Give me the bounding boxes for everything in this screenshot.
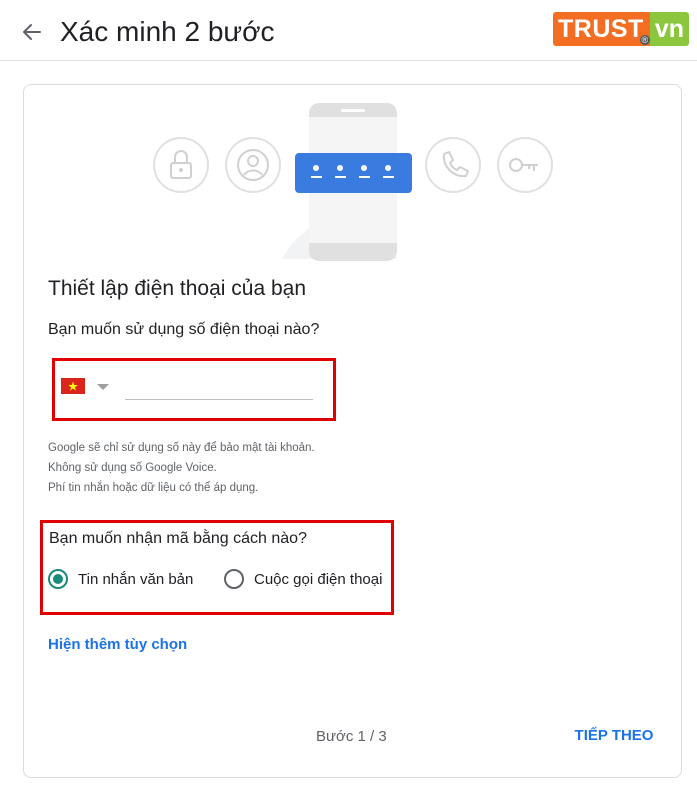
- user-icon: [225, 137, 281, 193]
- setup-card: Thiết lập điện thoại của bạn Bạn muốn sử…: [23, 84, 682, 778]
- logo-suffix-label: vn: [654, 15, 685, 43]
- logo-suffix-text: ® vn: [639, 12, 690, 46]
- two-step-illustration: [153, 103, 553, 261]
- radio-text-message-label: Tin nhắn văn bản: [78, 570, 194, 588]
- phone-number-input[interactable]: [125, 373, 313, 400]
- radio-checked-icon[interactable]: [48, 569, 68, 589]
- page-title: Xác minh 2 bước: [60, 16, 275, 47]
- lock-icon: [153, 137, 209, 193]
- setup-phone-title: Thiết lập điện thoại của bạn: [48, 277, 307, 300]
- radio-text-message[interactable]: Tin nhắn văn bản: [48, 567, 193, 591]
- next-button[interactable]: TIẾP THEO: [569, 721, 659, 751]
- logo-main-text: TRUST: [553, 12, 650, 46]
- arrow-left-icon: [23, 24, 41, 40]
- info-line: Phí tin nhắn hoặc dữ liệu có thể áp dụng…: [48, 482, 259, 494]
- phone-info-text: Google sẽ chỉ sử dụng số này để bảo mật …: [48, 438, 315, 498]
- info-line: Không sử dụng số Google Voice.: [48, 462, 217, 474]
- star-icon: [68, 381, 78, 391]
- country-dropdown-arrow-icon[interactable]: [97, 384, 109, 390]
- radio-phone-call[interactable]: Cuộc gọi điện thoại: [224, 567, 382, 591]
- key-icon: [497, 137, 553, 193]
- step-indicator: Bước 1 / 3: [316, 728, 387, 745]
- back-button[interactable]: [14, 16, 48, 48]
- radio-phone-call-label: Cuộc gọi điện thoại: [254, 570, 383, 588]
- call-icon: [425, 137, 481, 193]
- phone-question-label: Bạn muốn sử dụng số điện thoại nào?: [48, 321, 320, 338]
- radio-unchecked-icon[interactable]: [224, 569, 244, 589]
- phone-device-icon: [282, 103, 412, 261]
- trust-vn-logo: TRUST ® vn: [553, 12, 690, 46]
- show-more-options-link[interactable]: Hiện thêm tùy chọn: [48, 636, 187, 653]
- phone-number-field-highlight: [52, 358, 336, 421]
- method-question-label: Bạn muốn nhận mã bằng cách nào?: [49, 530, 307, 547]
- vietnam-flag-icon[interactable]: [61, 378, 85, 394]
- logo-registered-mark: ®: [639, 35, 650, 45]
- code-method-highlight: Bạn muốn nhận mã bằng cách nào? Tin nhắn…: [40, 520, 394, 615]
- info-line: Google sẽ chỉ sử dụng số này để bảo mật …: [48, 442, 315, 454]
- top-bar: Xác minh 2 bước TRUST ® vn: [0, 0, 697, 61]
